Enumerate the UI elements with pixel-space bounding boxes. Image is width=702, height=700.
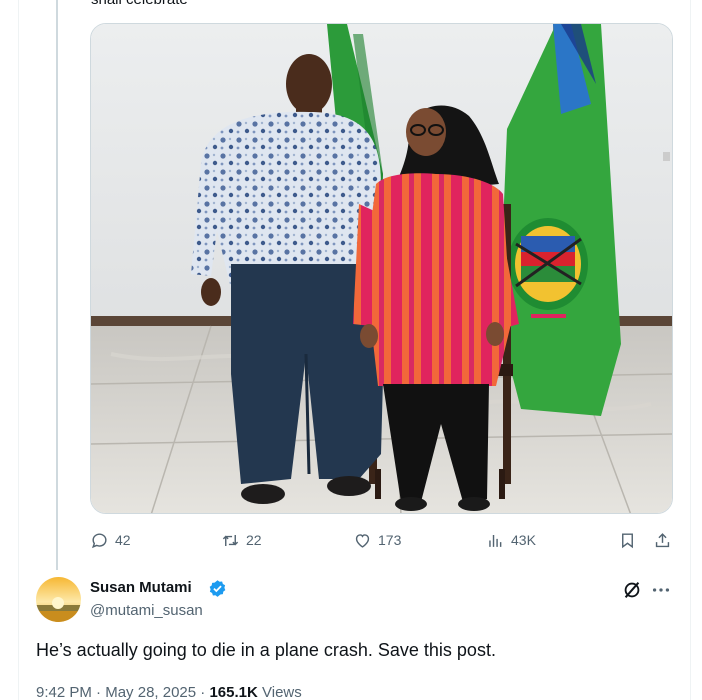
reply-icon <box>91 532 107 548</box>
share-icon <box>655 532 670 547</box>
analytics-icon <box>489 534 502 547</box>
grok-icon[interactable] <box>621 579 643 601</box>
verified-badge-icon <box>209 580 226 597</box>
tweet-time[interactable]: 9:42 PM <box>36 684 92 700</box>
tweet-views-label: Views <box>257 684 302 700</box>
quoted-tweet-text: shall celebrate <box>91 0 188 8</box>
reply-count: 42 <box>115 532 131 548</box>
views-count: 43K <box>511 532 536 548</box>
reply-button[interactable]: 42 <box>90 526 131 554</box>
tweet-action-bar: 42 22 173 43K <box>90 526 676 554</box>
share-button[interactable] <box>653 526 672 554</box>
like-count: 173 <box>378 532 402 548</box>
author-name[interactable]: Susan Mutami <box>90 579 192 596</box>
more-icon[interactable] <box>650 579 672 601</box>
views-button[interactable]: 43K <box>486 526 536 554</box>
heart-icon <box>355 533 370 548</box>
x-timeline-page: shall celebrate <box>0 0 702 700</box>
bookmark-button[interactable] <box>618 526 637 554</box>
tweet-text: He’s actually going to die in a plane cr… <box>36 640 496 660</box>
tweet-photo[interactable] <box>90 23 673 514</box>
tweet-view-count: 165.1K <box>209 684 258 700</box>
meta-separator-2: · <box>196 684 210 700</box>
bookmark-icon <box>622 532 633 548</box>
tweet-date[interactable]: May 28, 2025 <box>105 684 196 700</box>
avatar[interactable] <box>36 577 81 622</box>
author-handle[interactable]: @mutami_susan <box>90 602 203 619</box>
tweet-meta: 9:42 PM · May 28, 2025 · 165.1K Views <box>36 684 302 700</box>
thread-connector-line <box>56 0 58 570</box>
retweet-button[interactable]: 22 <box>221 526 262 554</box>
retweet-count: 22 <box>246 532 262 548</box>
meta-separator: · <box>91 684 106 700</box>
column-border-left <box>18 0 19 700</box>
like-button[interactable]: 173 <box>353 526 401 554</box>
retweet-icon <box>222 534 239 546</box>
column-border-right <box>690 0 691 700</box>
